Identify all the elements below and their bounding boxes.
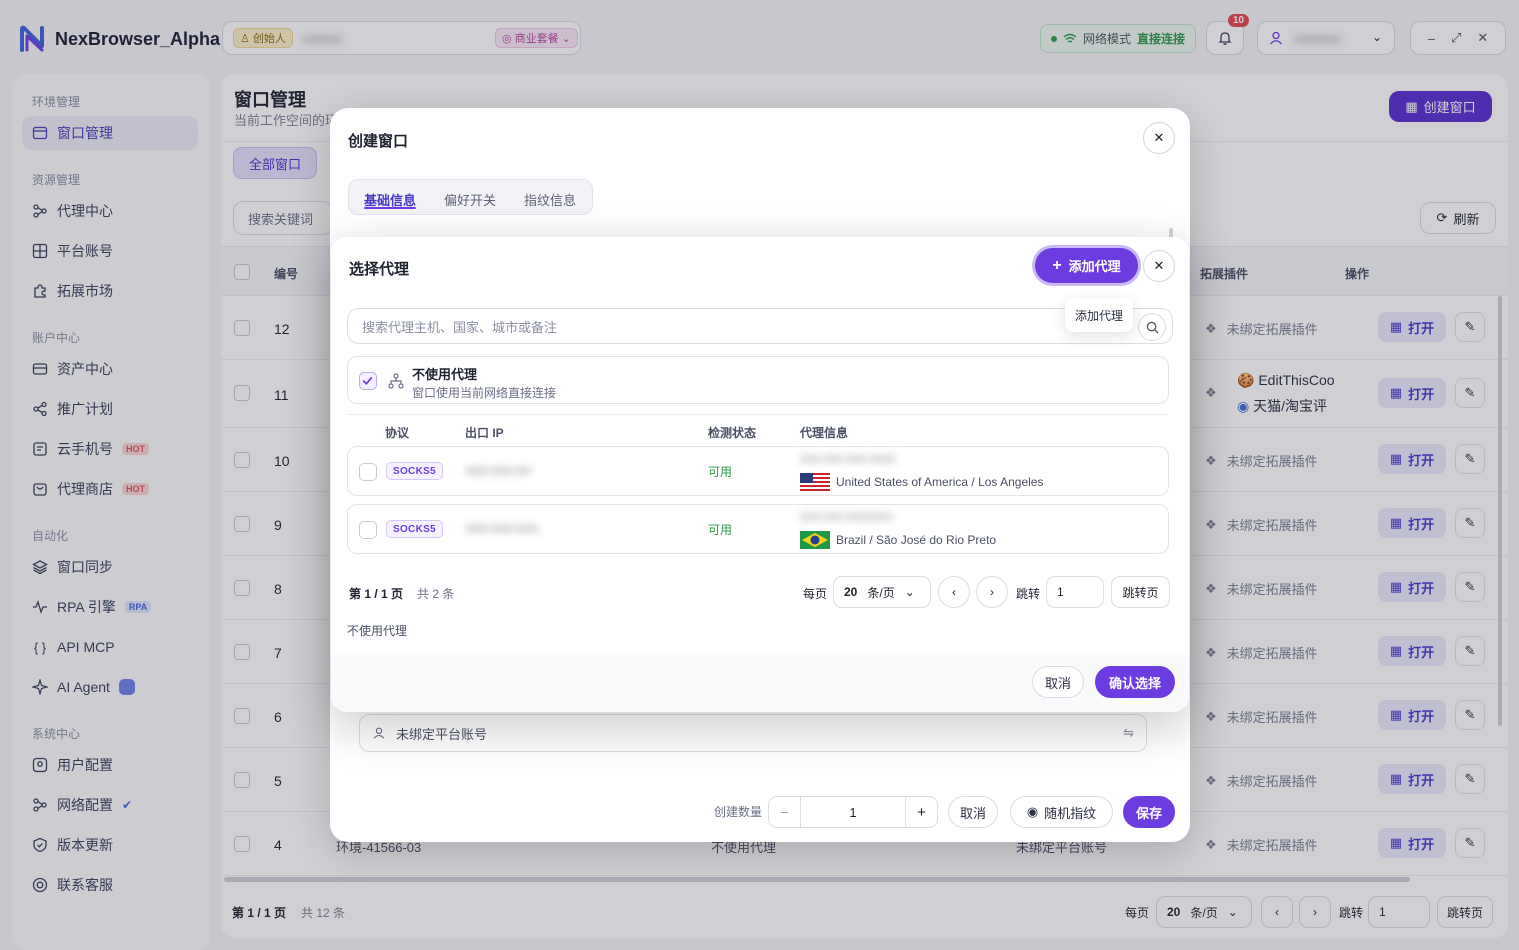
add-proxy-tooltip: 添加代理 — [1065, 298, 1133, 332]
protocol-badge: SOCKS5 — [386, 520, 443, 538]
status-available: 可用 — [708, 465, 733, 479]
platform-account-field[interactable]: 未绑定平台账号 ⇋ — [359, 714, 1147, 752]
proxy-location: United States of America / Los Angeles — [836, 475, 1044, 489]
protocol-badge: SOCKS5 — [386, 462, 443, 480]
plus-icon: + — [1052, 256, 1062, 274]
col-protocol: 协议 — [385, 426, 410, 440]
quantity-input[interactable]: 1 — [801, 797, 905, 827]
select-proxy-close-button[interactable]: ✕ — [1143, 250, 1175, 282]
create-window-close-button[interactable]: ✕ — [1143, 122, 1175, 154]
quantity-stepper: − 1 + — [768, 796, 938, 828]
create-window-footer: 创建数量 − 1 + 取消 ◉ 随机指纹 保存 — [330, 792, 1190, 830]
col-exit-ip: 出口 IP — [465, 426, 504, 440]
proxy-dialog-footer: 取消 确认选择 — [331, 655, 1189, 712]
proxy-host: ●●●.●●●.●●●●●●● — [800, 511, 893, 523]
proxy-row[interactable]: SOCKS5 ●●●.●●●.●● 可用 ●●●.●●●.●●●.●●●● Un… — [347, 446, 1169, 496]
proxy-jump-input[interactable]: 1 — [1046, 576, 1104, 608]
network-tree-icon — [388, 373, 404, 389]
random-fingerprint-button[interactable]: ◉ 随机指纹 — [1010, 796, 1113, 828]
proxy-host: ●●●.●●●.●●●.●●●● — [800, 453, 896, 465]
exit-ip: ●●●.●●●.●●● — [466, 521, 538, 535]
search-button[interactable] — [1138, 313, 1166, 341]
br-flag-icon — [800, 531, 830, 549]
search-icon — [1146, 321, 1159, 334]
proxy-row-checkbox[interactable] — [359, 463, 377, 481]
settings-sliders-icon[interactable]: ⇋ — [1123, 725, 1134, 741]
chevron-right-icon: › — [990, 585, 994, 599]
us-flag-icon — [800, 473, 830, 491]
confirm-select-button[interactable]: 确认选择 — [1095, 666, 1175, 698]
increment-button[interactable]: + — [905, 797, 937, 827]
proxy-cancel-button[interactable]: 取消 — [1032, 666, 1084, 698]
proxy-location: Brazil / São José do Rio Preto — [836, 533, 997, 547]
col-status: 检测状态 — [708, 426, 757, 440]
chevron-left-icon: ‹ — [952, 585, 956, 599]
proxy-total-count: 共 2 条 — [417, 587, 455, 601]
user-icon — [373, 727, 385, 739]
select-proxy-title: 选择代理 — [349, 261, 410, 278]
active-tab-indicator — [364, 207, 416, 209]
tab-fingerprint[interactable]: 指纹信息 — [524, 190, 576, 209]
proxy-row[interactable]: SOCKS5 ●●●.●●●.●●● 可用 ●●●.●●●.●●●●●●● Br… — [347, 504, 1169, 554]
select-proxy-dialog: 选择代理 + 添加代理 ✕ 搜索代理主机、国家、城市或备注 添加代理 不使用代理 … — [331, 237, 1189, 712]
no-proxy-checkbox[interactable] — [359, 372, 377, 390]
add-proxy-button[interactable]: + 添加代理 — [1035, 248, 1138, 283]
save-button[interactable]: 保存 — [1123, 796, 1175, 828]
proxy-jump-button[interactable]: 跳转页 — [1111, 576, 1170, 608]
no-proxy-title: 不使用代理 — [412, 367, 478, 382]
proxy-prev-page[interactable]: ‹ — [938, 576, 970, 608]
create-cancel-button[interactable]: 取消 — [948, 796, 998, 828]
close-icon: ✕ — [1153, 258, 1165, 273]
create-window-tabs: 基础信息 偏好开关 指纹信息 — [348, 179, 593, 215]
close-icon: ✕ — [1153, 130, 1165, 145]
status-available: 可用 — [708, 523, 733, 537]
proxy-search-input[interactable]: 搜索代理主机、国家、城市或备注 — [347, 308, 1173, 344]
chevron-down-icon: ⌄ — [904, 585, 915, 599]
proxy-page-indicator: 第 1 / 1 页 — [349, 587, 404, 601]
proxy-per-page-select[interactable]: 20 条/页 ⌄ — [833, 576, 931, 608]
col-proxy-info: 代理信息 — [800, 426, 849, 440]
tab-preferences[interactable]: 偏好开关 — [444, 190, 496, 209]
proxy-row-checkbox[interactable] — [359, 521, 377, 539]
count-label: 创建数量 — [714, 805, 763, 819]
decrement-button[interactable]: − — [769, 797, 801, 827]
fingerprint-icon: ◉ — [1026, 804, 1039, 819]
no-proxy-option[interactable]: 不使用代理 窗口使用当前网络直接连接 — [347, 356, 1169, 404]
exit-ip: ●●●.●●●.●● — [466, 463, 531, 477]
divider — [347, 414, 1169, 415]
no-proxy-desc: 窗口使用当前网络直接连接 — [412, 386, 557, 400]
create-window-title: 创建窗口 — [348, 133, 409, 150]
selected-proxy-text: 不使用代理 — [347, 624, 408, 638]
check-icon — [362, 376, 373, 385]
proxy-next-page[interactable]: › — [976, 576, 1008, 608]
